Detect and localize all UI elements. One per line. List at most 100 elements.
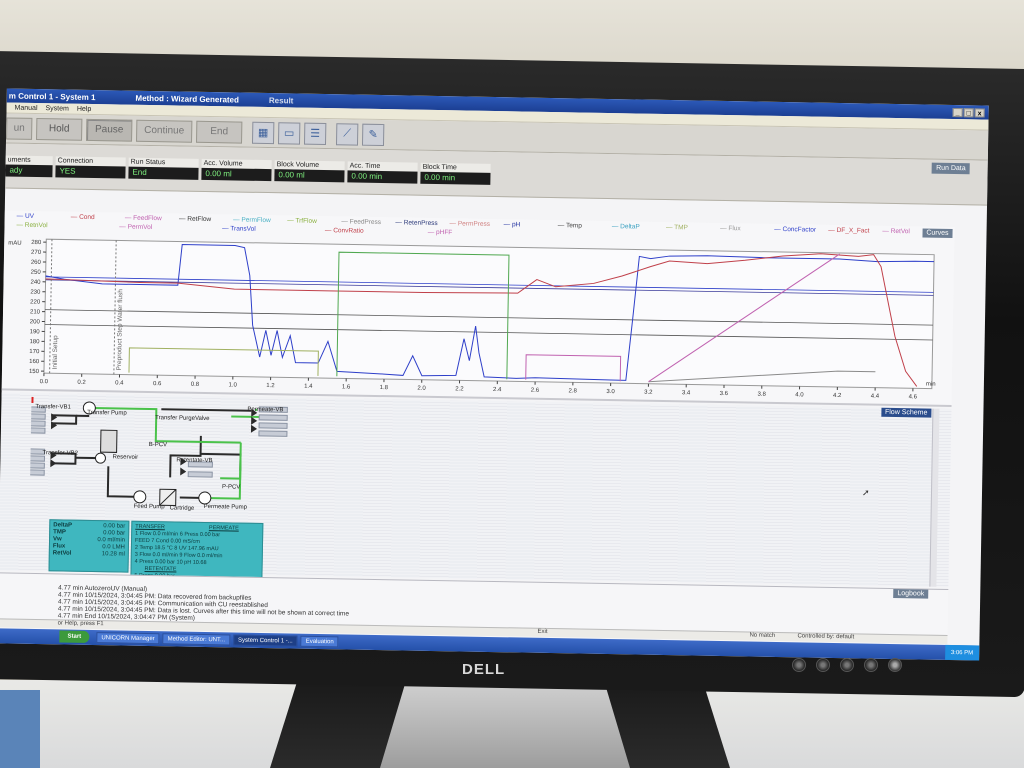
y-tick-label: 230	[30, 290, 41, 296]
legend-item[interactable]: — TrfFlow	[287, 217, 317, 225]
x-tick-label: 2.2	[455, 386, 464, 392]
legend-item[interactable]: — pH	[504, 221, 521, 228]
list-icon[interactable]: ☰	[303, 122, 327, 145]
controlled-by-status: Controlled by: default	[797, 633, 855, 641]
monitor-button[interactable]	[816, 658, 830, 672]
legend-item[interactable]: — RetenPress	[395, 219, 437, 227]
monitor-button[interactable]	[792, 658, 806, 672]
legend-item[interactable]: — Cond	[71, 214, 95, 221]
status-connection: Connection YES	[55, 156, 126, 181]
logbook-button[interactable]: Logbook	[893, 589, 929, 599]
legend-item[interactable]: — UV	[17, 213, 34, 220]
legend-item[interactable]: — TMP	[666, 224, 688, 231]
window-title: m Control 1 - System 1	[8, 91, 96, 102]
monitor-button[interactable]	[840, 658, 854, 672]
pause-button[interactable]: Pause	[86, 118, 133, 142]
label-permeate-pump: Permeate Pump	[203, 503, 248, 511]
method-title: Method : Wizard Generated	[135, 93, 240, 105]
x-tick-label: 1.2	[266, 383, 275, 389]
x-tick-label: 0.2	[77, 380, 86, 386]
x-tick-label: 3.0	[606, 389, 615, 395]
legend-item[interactable]: — FeedPress	[341, 218, 381, 226]
hold-button[interactable]: Hold	[36, 117, 83, 141]
permeate-pump-icon[interactable]	[198, 491, 212, 505]
label-feed-pump: Feed Pump	[133, 503, 165, 511]
flow-scheme-button[interactable]: Flow Scheme	[880, 407, 932, 418]
curves-button[interactable]: Curves	[922, 228, 953, 238]
system-tray-clock: 3:06 PM	[944, 644, 980, 661]
y-tick-label: 190	[30, 329, 41, 335]
status-run-status: Run Status End	[128, 157, 199, 183]
status-block-volume: Block Volume 0.00 ml	[274, 160, 345, 185]
legend-item[interactable]: — RetnVol	[16, 222, 47, 230]
start-button[interactable]: Start	[59, 630, 90, 643]
y-tick-label: 260	[31, 260, 42, 266]
reservoir-icon[interactable]	[100, 429, 118, 453]
menu-system[interactable]: System	[45, 105, 68, 112]
close-button[interactable]: x	[974, 107, 985, 118]
event-marker-label: Preproduct Step Water flush	[116, 289, 124, 371]
legend-item[interactable]: — Flux	[720, 225, 741, 232]
legend-item[interactable]: — PermFlow	[233, 216, 271, 224]
legend-item[interactable]: — DF_X_Fact	[828, 227, 869, 235]
run-button[interactable]: un	[6, 116, 33, 140]
grid-view-icon[interactable]: ▦	[251, 121, 275, 144]
label-cartridge: Cartridge	[169, 505, 195, 512]
x-tick-label: 3.8	[757, 392, 766, 398]
legend-item[interactable]: — PermVol	[119, 223, 152, 231]
status-acc-time: Acc. Time 0.00 min	[347, 161, 418, 186]
cursor-icon: ➚	[861, 487, 870, 498]
tool-icon[interactable]: ✎	[361, 123, 385, 146]
flow-scrollbar[interactable]	[929, 408, 940, 587]
legend-item[interactable]: — ConvRatio	[325, 227, 364, 235]
y-tick-label: 270	[31, 250, 42, 256]
y-tick-label: 210	[30, 309, 41, 315]
legend-item[interactable]: — pHFF	[428, 229, 453, 236]
y-tick-label: 170	[29, 349, 40, 355]
run-data-button[interactable]: Run Data	[931, 162, 970, 175]
end-button[interactable]: End	[196, 120, 243, 144]
label-transfer-pump: Transfer Pump	[87, 409, 127, 417]
legend-item[interactable]: — Temp	[558, 222, 582, 229]
desk-object	[0, 690, 40, 768]
task-system-control[interactable]: System Control 1 -...	[232, 634, 298, 647]
feed-pump-icon[interactable]	[133, 490, 147, 504]
task-method-editor[interactable]: Method Editor: UNT...	[162, 633, 231, 646]
legend-item[interactable]: — DeltaP	[612, 223, 640, 230]
label-b-pcv: B-PCV	[148, 442, 168, 449]
menu-help[interactable]: Help	[77, 105, 92, 112]
minimize-button[interactable]: _	[952, 107, 963, 117]
syringe-icon[interactable]: ⟋	[335, 122, 359, 146]
monitor-stand-neck	[380, 684, 630, 768]
task-unicorn-manager[interactable]: UNICORN Manager	[96, 632, 160, 645]
document-icon[interactable]: ▭	[277, 121, 301, 145]
x-tick-label: 1.4	[304, 384, 313, 390]
legend-item[interactable]: — TransVol	[222, 225, 256, 233]
x-tick-label: 3.4	[682, 390, 691, 396]
legend-item[interactable]: — FeedFlow	[125, 215, 162, 223]
x-tick-label: 2.4	[493, 387, 502, 393]
continue-button[interactable]: Continue	[136, 119, 193, 143]
y-tick-label: 200	[30, 319, 41, 325]
legend-item[interactable]: — RetFlow	[179, 215, 211, 223]
alarm-indicator	[29, 396, 34, 403]
legend-item[interactable]: — RetVol	[882, 228, 910, 235]
monitor-button[interactable]	[864, 658, 878, 672]
x-tick-label: 3.6	[720, 391, 729, 397]
legend-item[interactable]: — PermPress	[450, 220, 491, 228]
x-tick-label: 0.0	[40, 379, 49, 385]
exit-status: Exit	[537, 628, 548, 635]
legend-item[interactable]: — ConcFactor	[774, 226, 816, 234]
no-match-status: No match	[749, 632, 776, 639]
x-tick-label: 0.4	[115, 380, 124, 386]
power-button[interactable]	[888, 658, 902, 672]
menu-manual[interactable]: Manual	[15, 104, 38, 111]
x-tick-label: 4.0	[795, 392, 804, 398]
x-tick-label: 2.6	[531, 388, 540, 394]
task-evaluation[interactable]: Evaluation	[300, 635, 339, 648]
level-sensor-icon	[94, 452, 106, 464]
maximize-button[interactable]: □	[963, 107, 974, 117]
x-tick-label: 1.8	[380, 385, 389, 391]
x-tick-label: 4.4	[871, 394, 880, 400]
curves-pane: — UV — Cond — FeedFlow — RetFlow — PermFlow —…	[1, 210, 955, 408]
